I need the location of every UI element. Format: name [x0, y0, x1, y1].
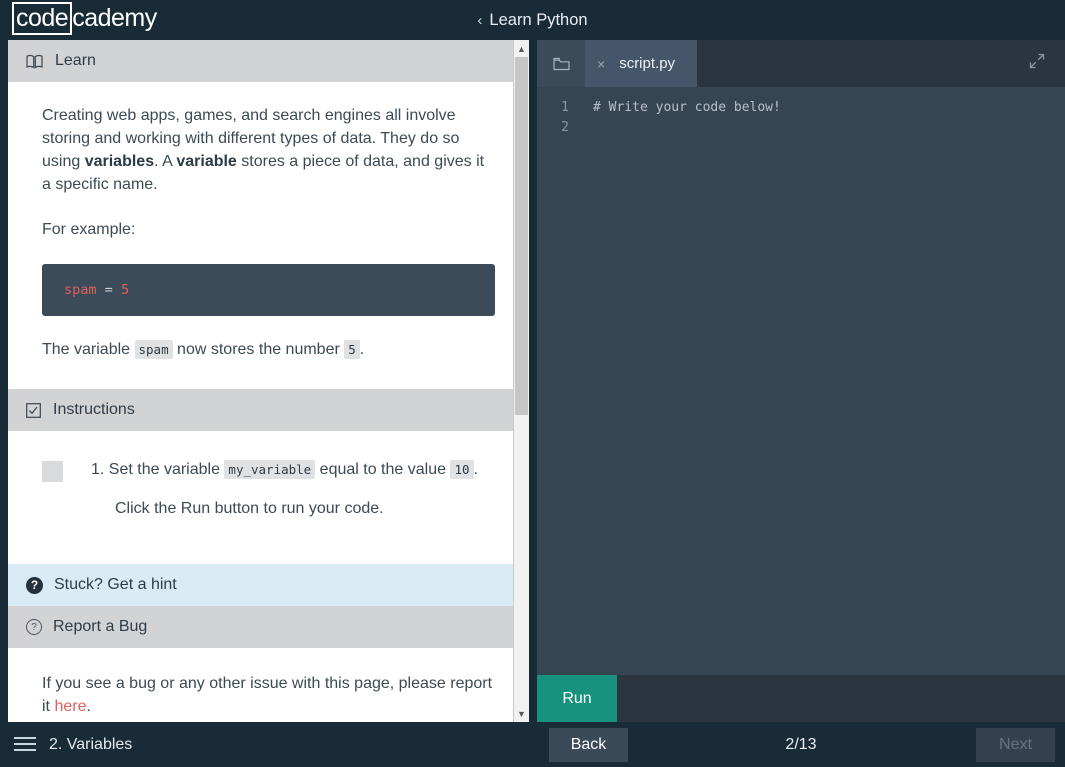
lesson-panel-scrollbar[interactable]: ▲ ▼: [513, 40, 529, 722]
instruction-seg2: equal to the value: [315, 461, 451, 478]
para1-bold-variables: variables: [84, 153, 155, 170]
folder-icon: [552, 57, 570, 70]
instruction-seg1: Set the variable: [108, 461, 225, 478]
code-variable: spam: [64, 282, 97, 298]
hint-bar[interactable]: ? Stuck? Get a hint: [8, 564, 529, 606]
scrollbar-thumb[interactable]: [515, 57, 528, 415]
report-bug-text: If you see a bug or any other issue with…: [42, 672, 495, 718]
top-bar: code cademy ‹ Learn Python: [0, 0, 1065, 40]
instruction-sub-text: Click the Run button to run your code.: [115, 500, 384, 517]
report-bug-header[interactable]: ? Report a Bug: [8, 606, 529, 648]
bug-text-suffix: .: [86, 698, 91, 715]
checkbox-icon: [26, 402, 41, 418]
instruction-seg3: .: [473, 461, 478, 478]
line-number: 1: [561, 99, 569, 115]
learn-body: Creating web apps, games, and search eng…: [8, 104, 529, 389]
line-number: 2: [561, 119, 569, 135]
course-title-bar: ‹ Learn Python: [0, 0, 1065, 40]
inline-code-my-variable: my_variable: [224, 460, 316, 479]
hamburger-icon[interactable]: [14, 734, 36, 754]
course-title-label[interactable]: Learn Python: [489, 11, 587, 30]
expand-icon[interactable]: [1029, 53, 1045, 74]
editor-tab-bar: × script.py: [537, 40, 1065, 87]
inline-code-five: 5: [344, 340, 360, 359]
editor-tab-bar-filler: [697, 40, 1065, 87]
code-line: 2: [537, 117, 1065, 137]
codecademy-logo[interactable]: code cademy: [12, 2, 157, 35]
para1-seg2: . A: [154, 153, 177, 170]
run-bar: Run: [537, 675, 1065, 722]
current-lesson-label[interactable]: 2. Variables: [49, 722, 132, 767]
bug-text-prefix: If you see a bug or any other issue with…: [42, 675, 493, 715]
para3-seg3: .: [359, 341, 365, 358]
bottom-bar: 2. Variables Back 2/13 Next: [0, 722, 1065, 767]
instruction-item: 1. Set the variable my_variable equal to…: [42, 459, 495, 520]
instruction-line-1: 1. Set the variable my_variable equal to…: [91, 459, 478, 481]
hint-label: Stuck? Get a hint: [54, 576, 177, 593]
code-value: 5: [120, 282, 130, 298]
learn-paragraph-3: The variable spam now stores the number …: [42, 338, 495, 361]
book-icon: [26, 54, 43, 69]
code-text-area[interactable]: 1 # Write your code below! 2: [537, 87, 1065, 675]
report-bug-label: Report a Bug: [53, 618, 148, 635]
para1-bold-variable: variable: [176, 153, 237, 170]
learn-section-header[interactable]: Learn: [8, 40, 529, 82]
report-bug-link[interactable]: here: [54, 698, 86, 715]
inline-code-ten: 10: [450, 460, 474, 479]
question-filled-icon: ?: [26, 576, 43, 594]
code-example-block: spam = 5: [42, 264, 495, 316]
scroll-up-arrow-icon[interactable]: ▲: [514, 40, 529, 57]
next-button[interactable]: Next: [976, 728, 1055, 762]
instruction-checkbox[interactable]: [42, 461, 63, 482]
question-outline-icon: ?: [26, 619, 42, 635]
code-line: 1 # Write your code below!: [537, 97, 1065, 117]
back-button[interactable]: Back: [549, 728, 628, 762]
code-operator: =: [104, 282, 113, 298]
scroll-down-arrow-icon[interactable]: ▼: [514, 705, 529, 722]
instructions-body: 1. Set the variable my_variable equal to…: [8, 459, 529, 542]
editor-tab-label: script.py: [619, 55, 676, 72]
line-content[interactable]: # Write your code below!: [581, 100, 781, 115]
run-button[interactable]: Run: [537, 675, 617, 722]
learn-paragraph-2: For example:: [42, 221, 136, 238]
code-editor-panel: × script.py 1 # Write your code below! 2…: [537, 40, 1065, 722]
inline-code-spam: spam: [134, 340, 173, 359]
lesson-panel: Learn Creating web apps, games, and sear…: [8, 40, 529, 722]
logo-boxed-text: code: [12, 2, 73, 35]
back-chevron-icon[interactable]: ‹: [477, 12, 482, 29]
para3-seg2: now stores the number: [172, 341, 345, 358]
close-icon[interactable]: ×: [597, 56, 605, 72]
learn-paragraph-1: Creating web apps, games, and search eng…: [42, 104, 495, 196]
learn-section-title: Learn: [55, 52, 96, 69]
editor-tab-script-py[interactable]: × script.py: [585, 40, 698, 87]
instruction-text-group: 1. Set the variable my_variable equal to…: [91, 459, 478, 520]
instruction-number: 1.: [91, 461, 105, 478]
para3-seg1: The variable: [42, 341, 135, 358]
instructions-section-title: Instructions: [53, 401, 135, 418]
instructions-section-header[interactable]: Instructions: [8, 389, 529, 431]
file-tree-toggle-button[interactable]: [537, 40, 585, 87]
report-bug-body: If you see a bug or any other issue with…: [8, 672, 529, 718]
logo-rest-text: cademy: [72, 4, 157, 32]
